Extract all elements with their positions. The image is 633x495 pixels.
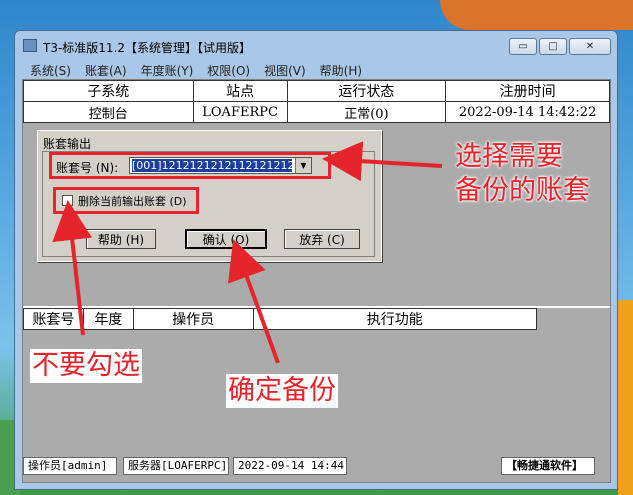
annotation-select-account: 选择需要 备份的账套 bbox=[455, 140, 590, 208]
arrow-to-account bbox=[322, 141, 443, 182]
arrow-to-checkbox bbox=[52, 200, 93, 336]
annotation-select-line1: 选择需要 bbox=[455, 141, 563, 172]
annotation-confirm-backup: 确定备份 bbox=[226, 374, 338, 408]
annotation-no-check: 不要勾选 bbox=[30, 349, 142, 383]
arrow-to-confirm bbox=[227, 239, 280, 364]
annotation-select-line2: 备份的账套 bbox=[455, 175, 590, 206]
annotation-arrows bbox=[52, 141, 443, 364]
